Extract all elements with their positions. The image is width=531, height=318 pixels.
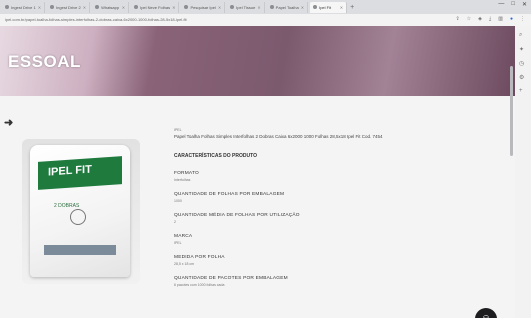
close-tab-icon[interactable]: ✕ [83, 2, 86, 13]
star-icon[interactable]: ☆ [467, 16, 471, 22]
window-controls: — □ ✕ [498, 1, 527, 8]
add-icon[interactable]: + [519, 88, 523, 94]
close-tab-icon[interactable]: ✕ [38, 2, 41, 13]
close-window-button[interactable]: ✕ [522, 1, 527, 8]
share-icon[interactable]: ⇪ [455, 16, 459, 22]
tab-favicon-icon [5, 5, 9, 9]
browser-tab[interactable]: Ipel Tissue ✕ [227, 1, 265, 13]
category-banner: ESSOAL [0, 26, 515, 96]
tab-favicon-icon [50, 5, 55, 9]
tab-favicon-icon [313, 5, 318, 9]
close-tab-icon[interactable]: ✕ [257, 2, 260, 13]
browser-tab[interactable]: Ipel Neve Folhas ✕ [131, 1, 180, 13]
close-tab-icon[interactable]: ✕ [340, 2, 343, 13]
feature-value: 6 pacotes com 1000 folhas cada [174, 283, 225, 287]
browser-tab-active[interactable]: Ipel Fit ✕ [310, 1, 348, 13]
close-tab-icon[interactable]: ✕ [172, 2, 175, 13]
new-tab-button[interactable]: + [350, 4, 354, 11]
feature-item: QUANTIDADE DE FOLHAS POR EMBALAGEM 1000 [174, 192, 494, 203]
feature-item: QUANTIDADE MÉDIA DE FOLHAS POR UTILIZAÇÃ… [174, 213, 494, 224]
url-field[interactable]: ipel.com.br/papel-toalha-folhas-simples-… [5, 17, 187, 22]
feature-label: FORMATO [174, 171, 199, 176]
menu-icon[interactable]: ⋮ [520, 16, 525, 22]
feature-value: 28,5 x 18 cm [174, 262, 195, 266]
browser-tab[interactable]: Papel Toalha ✕ [267, 1, 309, 13]
feature-item: MARCA IPEL [174, 234, 494, 245]
browser-tab-bar: Ingest Drive 1 ✕ Ingest Drive 2 ✕ Whatsapp… [0, 0, 531, 14]
feature-label: QUANTIDADE DE PACOTES POR EMBALAGEM [174, 276, 288, 281]
profile-icon[interactable]: ● [510, 16, 513, 22]
browser-tab[interactable]: Ingest Drive 1 ✕ [2, 1, 46, 13]
web-page: ESSOAL ➜ IPEL FIT 2 DOBRAS IPEL Papel To… [0, 26, 515, 318]
browser-side-panel: ⌕ ✦ ◷ ⚙ + [514, 26, 531, 318]
browser-tab[interactable]: Pesquisar Ipel ✕ [181, 1, 226, 13]
download-icon[interactable]: ⤓ [489, 16, 491, 22]
feature-value: Interfolhas [174, 178, 191, 182]
package-badge-icon [70, 209, 86, 225]
tab-favicon-icon [134, 5, 139, 9]
feature-item: QUANTIDADE DE PACOTES POR EMBALAGEM 6 pa… [174, 276, 494, 287]
bookmark-icon[interactable]: ✦ [519, 46, 524, 53]
feature-value: IPEL [174, 241, 182, 245]
tools-icon[interactable]: ⚙ [519, 74, 524, 81]
feature-label: MARCA [174, 234, 193, 239]
browser-tab[interactable]: Whatsapp ✕ [92, 1, 130, 13]
tab-favicon-icon [269, 5, 274, 9]
product-title: Papel Toalha Folhas Simples Interfolhas … [174, 134, 383, 139]
product-package: IPEL FIT 2 DOBRAS [30, 145, 130, 277]
back-arrow-icon[interactable]: ➜ [4, 116, 13, 129]
tab-favicon-icon [184, 5, 189, 9]
toolbar-icons: ⇪ ☆ ◈ ⤓ ▥ ● ⋮ [455, 16, 525, 22]
product-description: IPEL Papel Toalha Folhas Simples Interfo… [174, 128, 494, 297]
chat-icon: ☺ [481, 313, 491, 318]
sidebar-icon[interactable]: ▥ [498, 16, 503, 22]
product-image[interactable]: IPEL FIT 2 DOBRAS [22, 139, 140, 284]
feature-label: MEDIDA POR FOLHA [174, 255, 225, 260]
section-title: CARACTERÍSTICAS DO PRODUTO [174, 153, 257, 159]
maximize-button[interactable]: □ [511, 1, 515, 8]
close-tab-icon[interactable]: ✕ [301, 2, 304, 13]
browser-tab[interactable]: Ingest Drive 2 ✕ [47, 1, 91, 13]
package-subtext: 2 DOBRAS [54, 203, 80, 209]
banner-title: ESSOAL [8, 52, 81, 71]
search-icon[interactable]: ⌕ [519, 32, 522, 39]
feature-label: QUANTIDADE MÉDIA DE FOLHAS POR UTILIZAÇÃ… [174, 213, 300, 218]
package-label [44, 245, 116, 255]
history-icon[interactable]: ◷ [519, 60, 524, 67]
close-tab-icon[interactable]: ✕ [218, 2, 221, 13]
page-scrollbar[interactable] [510, 66, 513, 156]
feature-item: FORMATO Interfolhas [174, 171, 494, 182]
extensions-icon[interactable]: ◈ [478, 16, 482, 22]
feature-value: 2 [174, 220, 176, 224]
tab-favicon-icon [95, 5, 100, 9]
feature-label: QUANTIDADE DE FOLHAS POR EMBALAGEM [174, 192, 285, 197]
feature-item: MEDIDA POR FOLHA 28,5 x 18 cm [174, 255, 494, 266]
chat-button[interactable]: ☺ [475, 308, 497, 318]
close-tab-icon[interactable]: ✕ [122, 2, 125, 13]
feature-value: 1000 [174, 199, 182, 203]
breadcrumb: IPEL [174, 128, 182, 132]
tab-favicon-icon [230, 5, 235, 9]
minimize-button[interactable]: — [498, 1, 504, 8]
